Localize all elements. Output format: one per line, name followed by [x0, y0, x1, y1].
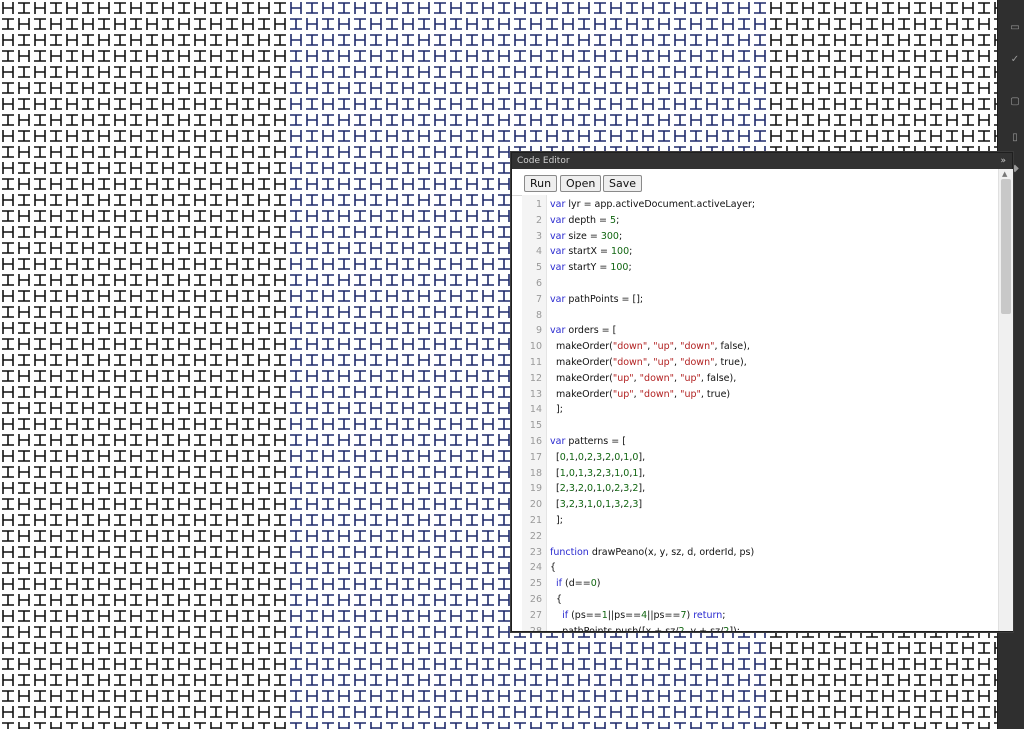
code-text: {	[550, 594, 563, 605]
code-text: [2,3,2,0,1,0,2,3,2],	[550, 483, 646, 495]
code-text: [1,0,1,3,2,3,1,0,1],	[550, 467, 646, 479]
line-number: 7	[535, 293, 542, 305]
open-button[interactable]: Open	[560, 175, 602, 192]
line-number: 9	[535, 325, 542, 337]
code-line: 18 [1,0,1,3,2,3,1,0,1],	[522, 466, 998, 481]
collapse-panel-icon[interactable]: »	[1000, 153, 1006, 169]
line-number: 4	[535, 246, 542, 258]
code-line: 23 function drawPeano(x, y, sz, d, orderI…	[522, 545, 998, 560]
code-text: [3,2,3,1,0,1,3,2,3]	[550, 499, 643, 511]
line-number: 8	[535, 309, 542, 321]
code-text: var startX = 100;	[550, 246, 633, 258]
code-line: 17 [0,1,0,2,3,2,0,1,0],	[522, 450, 998, 465]
code-text: makeOrder("up", "down", "up", true)	[550, 388, 731, 400]
code-line: 22	[522, 529, 998, 544]
line-number: 27	[529, 609, 542, 621]
line-number: 17	[529, 451, 542, 463]
line-number: 2	[535, 214, 542, 226]
code-line: 21 ];	[522, 513, 998, 528]
line-number: 25	[529, 578, 542, 590]
code-text: {	[550, 562, 557, 574]
code-line: 11 makeOrder("down", "up", "down", true)…	[522, 355, 998, 370]
line-number: 19	[529, 483, 542, 495]
code-area[interactable]: 1 var lyr = app.activeDocument.activeLaye…	[522, 195, 998, 631]
line-number: 6	[535, 278, 542, 289]
save-button[interactable]: Save	[603, 175, 643, 192]
code-text: var startY = 100;	[550, 262, 632, 274]
line-number: 15	[529, 420, 542, 432]
code-line: 16 var patterns = [	[522, 434, 998, 449]
code-line: 6	[522, 276, 998, 291]
code-line: 9 var orders = [	[522, 323, 998, 338]
code-text: var lyr = app.activeDocument.activeLayer…	[550, 199, 756, 210]
code-text: if (d==0)	[556, 578, 601, 590]
code-line: 10 makeOrder("down", "up", "down", false…	[522, 339, 998, 354]
line-number: 16	[529, 436, 542, 447]
line-number: 24	[529, 562, 542, 574]
code-line: 28 pathPoints.push([x + sz/2, y + sz/2])…	[522, 624, 998, 631]
line-number: 23	[529, 546, 542, 558]
line-number: 11	[529, 357, 542, 368]
code-text: makeOrder("up", "down", "up", false),	[550, 372, 737, 384]
code-line: 24 {	[522, 560, 998, 575]
line-number: 20	[529, 499, 542, 511]
code-line: 15	[522, 418, 998, 433]
line-number: 5	[535, 262, 542, 274]
code-text: var depth = 5;	[550, 214, 620, 226]
code-line: 3 var size = 300;	[522, 229, 998, 244]
code-line: 7 var pathPoints = [];	[522, 292, 998, 307]
code-text: var size = 300;	[550, 230, 623, 242]
code-text: var patterns = [	[550, 436, 626, 447]
code-line: 1 var lyr = app.activeDocument.activeLaye…	[522, 197, 998, 212]
run-button[interactable]: Run	[524, 175, 558, 192]
code-line: 8	[522, 308, 998, 323]
code-line: 13 makeOrder("up", "down", "up", true)	[522, 387, 998, 402]
code-line: 4 var startX = 100;	[522, 244, 998, 259]
code-line: 20 [3,2,3,1,0,1,3,2,3]	[522, 497, 998, 512]
line-number: 18	[529, 467, 542, 479]
toolbar-tool-icon[interactable]: ▢	[1010, 96, 1020, 108]
toolbar-tool-icon[interactable]: ✓	[1010, 54, 1020, 66]
code-line: 5 var startY = 100;	[522, 260, 998, 275]
code-text: makeOrder("down", "up", "down", true),	[550, 357, 747, 368]
line-number: 14	[529, 404, 542, 416]
code-text: var pathPoints = [];	[550, 293, 644, 305]
code-text: var orders = [	[550, 325, 617, 337]
code-line: 26 {	[522, 592, 998, 607]
toolbar-tool-icon[interactable]: ▯	[1010, 132, 1020, 144]
code-text: makeOrder("down", "up", "down", false),	[550, 341, 750, 353]
line-number: 12	[529, 372, 542, 384]
code-line: 14 ];	[522, 402, 998, 417]
line-number: 3	[535, 230, 542, 242]
code-line: 25 if (d==0)	[522, 576, 998, 591]
code-text: [0,1,0,2,3,2,0,1,0],	[550, 451, 646, 463]
code-line: 2 var depth = 5;	[522, 213, 998, 228]
line-number: 26	[529, 594, 542, 605]
code-line: 27 if (ps==1||ps==4||ps==7) return;	[522, 608, 998, 623]
line-number: 28	[522, 624, 542, 631]
code-line: 12 makeOrder("up", "down", "up", false),	[522, 371, 998, 386]
scroll-up-arrow-icon[interactable]: ▲	[1002, 170, 1007, 178]
panel-header: Code Editor »	[512, 153, 1012, 169]
vertical-scrollbar[interactable]: ▲	[998, 169, 1013, 631]
code-text: function drawPeano(x, y, sz, d, orderId,…	[550, 546, 755, 558]
line-number: 10	[529, 341, 542, 353]
code-text: ];	[550, 515, 563, 526]
code-text: if (ps==1||ps==4||ps==7) return;	[562, 609, 726, 621]
line-number: 22	[529, 530, 542, 542]
scroll-thumb[interactable]	[1001, 179, 1011, 314]
panel-title: Code Editor	[517, 156, 570, 166]
editor-toolbar: Run Open Save	[512, 169, 998, 196]
code-text: pathPoints.push([x + sz/2, y + sz/2]);	[550, 624, 740, 631]
code-line: 19 [2,3,2,0,1,0,2,3,2],	[522, 481, 998, 496]
toolbar-tool-icon[interactable]: ▭	[1010, 22, 1020, 34]
code-text: ];	[550, 404, 563, 416]
code-editor-panel: Code Editor » Run Open Save 1 var lyr = a…	[511, 152, 1013, 632]
line-number: 13	[529, 388, 542, 400]
line-number: 1	[535, 199, 542, 210]
line-number: 21	[529, 515, 542, 526]
